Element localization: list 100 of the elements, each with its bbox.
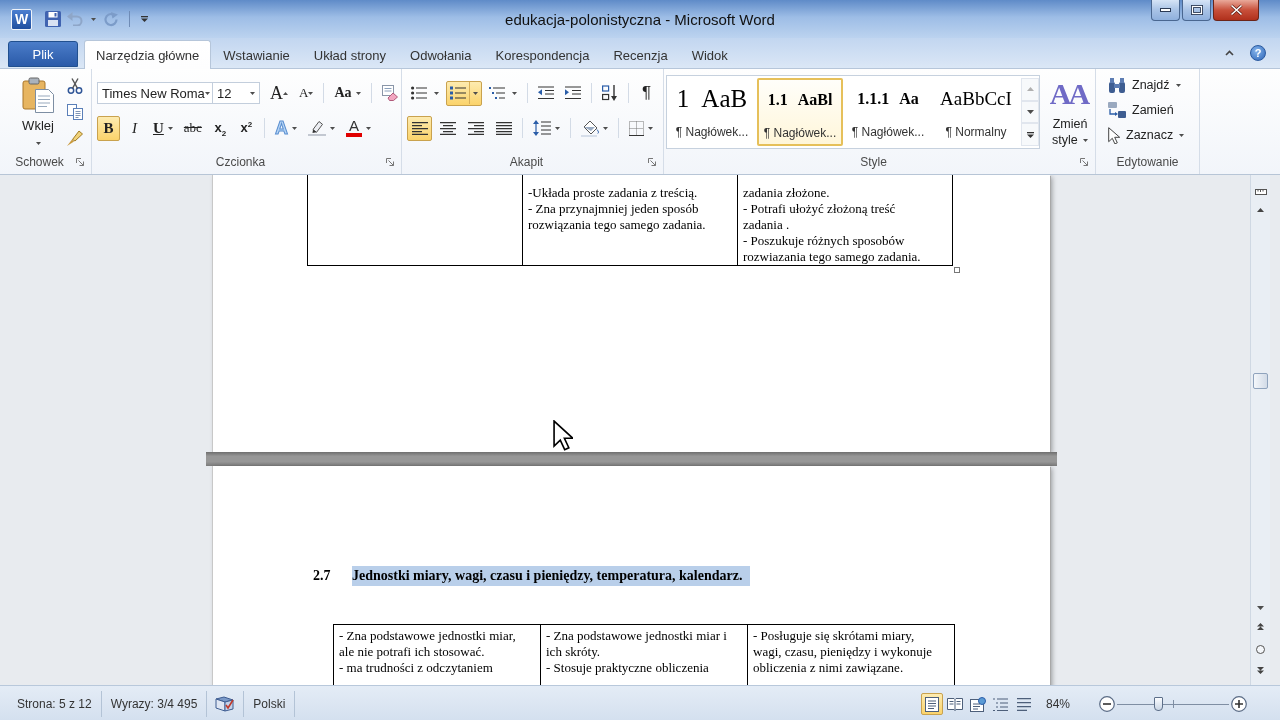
select-button[interactable]: Zaznacz bbox=[1104, 124, 1189, 146]
grow-font-button[interactable]: A bbox=[266, 80, 292, 106]
ribbon-tab[interactable]: Narzędzia główne bbox=[84, 40, 212, 69]
sort-icon bbox=[602, 85, 618, 101]
group-label: Akapit bbox=[509, 155, 544, 169]
gallery-down-button[interactable] bbox=[1021, 100, 1039, 124]
paint-bucket-icon bbox=[581, 119, 599, 137]
group-label: Style bbox=[860, 155, 887, 169]
ribbon-tab[interactable]: Odwołania bbox=[398, 41, 484, 69]
subscript-button[interactable]: x$_{2}$ bbox=[208, 115, 232, 141]
style-gallery-item[interactable]: 1 AaB ¶ Nagłówek... bbox=[669, 78, 755, 146]
font-color-button[interactable]: A bbox=[341, 115, 375, 141]
style-gallery-item[interactable]: 1.1 AaBl ¶ Nagłówek... bbox=[757, 78, 843, 146]
numbered-list-icon bbox=[450, 86, 466, 100]
minimize-icon bbox=[1160, 8, 1171, 12]
group-dialog-button[interactable] bbox=[646, 156, 658, 168]
close-icon bbox=[1229, 4, 1243, 16]
table-cell: zadania złożone. - Potrafi ułożyć złożoną treść zadania . - Poszukuje różnych sposobów rozwiazania tego samego zadania. bbox=[737, 175, 953, 266]
caret-icon bbox=[365, 126, 371, 130]
draft-lines-icon bbox=[1016, 697, 1031, 711]
outline-list-icon bbox=[993, 697, 1009, 711]
strikethrough-button[interactable]: abc bbox=[179, 115, 206, 141]
italic-button[interactable]: I bbox=[123, 115, 146, 141]
chevron-up-icon bbox=[1224, 50, 1234, 56]
zoom-in-button[interactable] bbox=[1231, 696, 1247, 712]
decrease-indent-icon bbox=[538, 86, 554, 100]
change-styles-button[interactable]: AA Zmień style bbox=[1043, 75, 1097, 151]
redo-icon bbox=[103, 11, 119, 27]
page-count[interactable]: Strona: 5 z 12 bbox=[8, 691, 102, 717]
find-button[interactable]: Znajdź bbox=[1104, 74, 1185, 96]
bar-caret-icon bbox=[140, 16, 148, 22]
heading-text: Jednostki miary, wagi, czasu i pieniędzy, temperatura, kalendarz. bbox=[352, 566, 751, 586]
align-center-icon bbox=[439, 121, 456, 135]
underline-button[interactable]: U bbox=[149, 115, 177, 141]
numbering-button[interactable] bbox=[446, 80, 482, 106]
caret-up-icon bbox=[1257, 208, 1264, 212]
bold-button[interactable]: B bbox=[97, 115, 120, 141]
group-label: Edytowanie bbox=[1116, 155, 1179, 169]
zoom-plus-icon bbox=[1231, 696, 1247, 712]
font-size-field[interactable]: 12 bbox=[212, 82, 260, 104]
style-gallery-item[interactable]: 1.1.1 Aa ¶ Nagłówek... bbox=[845, 78, 931, 146]
shrink-font-button[interactable]: A bbox=[295, 80, 318, 106]
file-tab[interactable]: Plik bbox=[8, 41, 78, 67]
caret-icon bbox=[648, 126, 653, 130]
circle-icon bbox=[1256, 644, 1265, 654]
caret-icon bbox=[204, 91, 210, 95]
ribbon-tab[interactable]: Układ strony bbox=[301, 41, 399, 69]
justify-icon bbox=[495, 121, 512, 135]
zoom-slider-thumb[interactable] bbox=[1154, 697, 1164, 711]
zoom-out-button[interactable] bbox=[1099, 696, 1115, 712]
zoom-level[interactable]: 84% bbox=[1045, 697, 1070, 711]
borders-icon bbox=[629, 120, 644, 136]
ribbon-tab[interactable]: Recenzja bbox=[601, 41, 680, 69]
group-dialog-button[interactable] bbox=[1078, 156, 1090, 168]
caret-icon bbox=[329, 126, 335, 130]
caret-icon bbox=[1257, 606, 1264, 610]
cursor-arrow-icon bbox=[1108, 126, 1120, 144]
app-menu-button[interactable]: W bbox=[11, 8, 32, 30]
caret-up-icon bbox=[1026, 87, 1034, 92]
caret-icon bbox=[1026, 110, 1034, 114]
group-dialog-button[interactable] bbox=[384, 156, 396, 168]
group-label: Czcionka bbox=[215, 155, 266, 169]
table-resize-handle[interactable] bbox=[954, 267, 960, 273]
superscript-button[interactable]: x$^{2}$ bbox=[234, 115, 258, 141]
corner-arrow-icon bbox=[386, 158, 394, 166]
ribbon-tab[interactable]: Widok bbox=[679, 41, 740, 69]
group-dialog-button[interactable] bbox=[74, 156, 86, 168]
paste-button[interactable]: Wklej bbox=[16, 74, 60, 150]
increase-indent-icon bbox=[565, 86, 581, 100]
align-left-button[interactable] bbox=[407, 115, 432, 141]
caret-icon bbox=[250, 91, 255, 95]
ribbon-tab[interactable]: Wstawianie bbox=[211, 41, 302, 69]
corner-arrow-icon bbox=[648, 158, 656, 166]
minimize-button[interactable] bbox=[1151, 0, 1180, 21]
caret-up-icon bbox=[283, 91, 288, 95]
show-marks-button[interactable]: ¶ bbox=[635, 80, 658, 106]
maximize-button[interactable] bbox=[1182, 0, 1211, 21]
word-count[interactable]: Wyrazy: 3/4 495 bbox=[101, 691, 208, 717]
close-button[interactable] bbox=[1213, 0, 1259, 21]
corner-arrow-icon bbox=[1080, 158, 1088, 166]
line-spacing-icon bbox=[533, 120, 551, 136]
save-button[interactable] bbox=[44, 8, 62, 30]
undo-icon bbox=[67, 12, 83, 26]
gallery-more-button[interactable] bbox=[1021, 123, 1039, 146]
scissors-icon bbox=[67, 78, 83, 94]
font-name-field[interactable]: Times New Roma bbox=[97, 82, 213, 104]
caret-icon bbox=[35, 142, 41, 145]
open-book-icon bbox=[946, 697, 963, 711]
web-page-icon bbox=[969, 696, 986, 712]
scrollbar-thumb[interactable] bbox=[1253, 373, 1268, 389]
copy-icon bbox=[67, 104, 83, 120]
clipboard-icon bbox=[22, 77, 54, 113]
caret-icon bbox=[1083, 139, 1089, 143]
print-layout-button[interactable] bbox=[920, 693, 943, 715]
language-indicator[interactable]: Polski bbox=[244, 691, 296, 717]
style-gallery-item[interactable]: AaBbCcI ¶ Normalny bbox=[933, 78, 1019, 146]
change-case-button[interactable]: Aa bbox=[330, 80, 365, 106]
replace-button[interactable]: Zamień bbox=[1104, 99, 1178, 121]
ribbon-tab[interactable]: Korespondencja bbox=[483, 41, 602, 69]
group-label: Schowek bbox=[15, 155, 64, 169]
